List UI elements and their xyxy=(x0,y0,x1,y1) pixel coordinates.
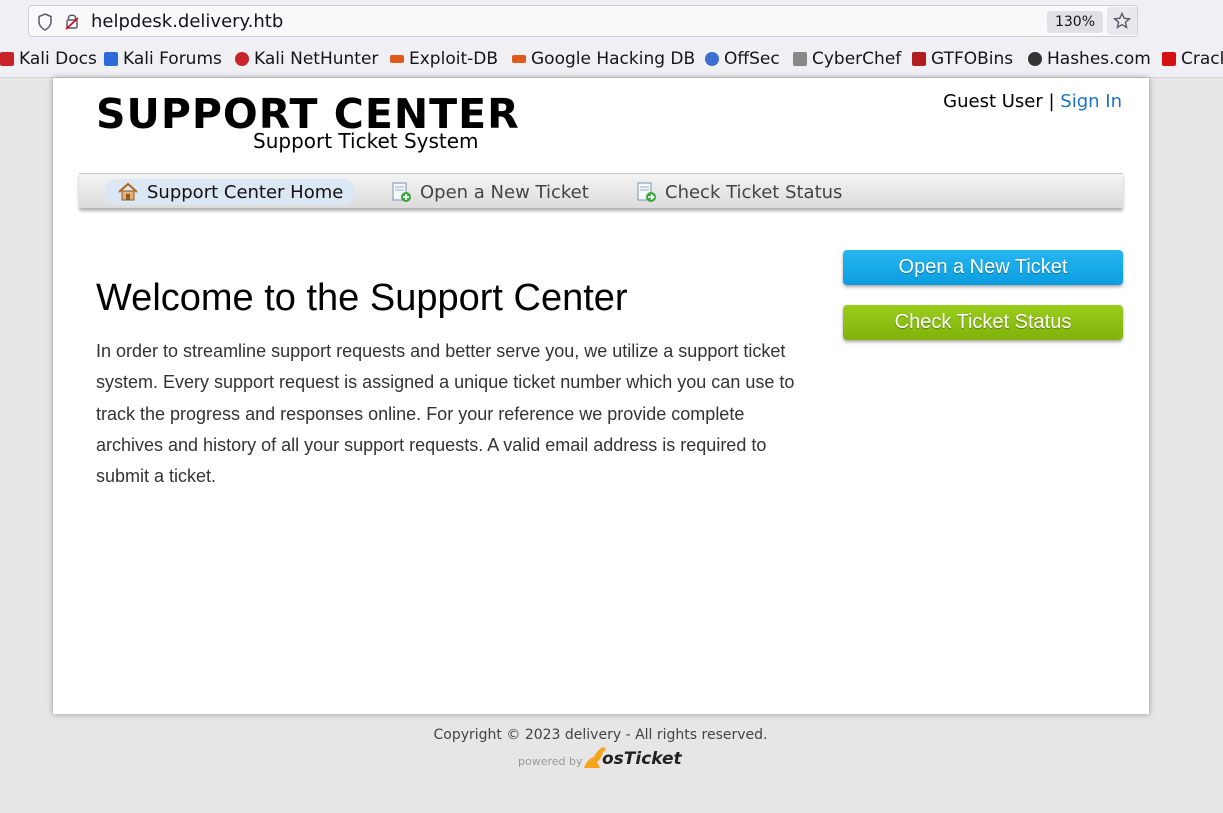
bookmark-exploit-db[interactable]: Exploit-DB xyxy=(390,49,498,69)
kali-docs-favicon-icon xyxy=(0,52,14,66)
bookmark-gtfobins[interactable]: GTFOBins xyxy=(912,49,1013,69)
logo-subtitle[interactable]: Support Ticket System xyxy=(253,129,479,153)
bookmark-google-hacking-db[interactable]: Google Hacking DB xyxy=(512,49,695,69)
gtfobins-favicon-icon xyxy=(912,52,926,66)
welcome-heading: Welcome to the Support Center xyxy=(96,277,628,319)
new-ticket-icon xyxy=(392,182,411,202)
hashes-favicon-icon xyxy=(1028,52,1042,66)
url-bar[interactable]: helpdesk.delivery.htb 130% xyxy=(28,5,1138,37)
shield-icon[interactable] xyxy=(37,13,53,31)
welcome-paragraph: In order to streamline support requests … xyxy=(96,341,795,487)
osticket-brand: osTicket xyxy=(602,749,682,769)
guest-user-label: Guest User | xyxy=(943,91,1055,112)
open-new-ticket-button[interactable]: Open a New Ticket xyxy=(843,250,1123,285)
support-center-container: SUPPORT CENTER Support Ticket System Gue… xyxy=(53,78,1149,714)
bookmark-star-button[interactable] xyxy=(1107,7,1137,35)
bookmark-cyberchef[interactable]: CyberChef xyxy=(793,49,901,69)
nav-label: Support Center Home xyxy=(147,181,344,203)
check-ticket-status-button[interactable]: Check Ticket Status xyxy=(843,305,1123,340)
bookmark-crack[interactable]: Crack xyxy=(1162,49,1223,69)
ghdb-favicon-icon xyxy=(512,55,526,63)
bookmark-label: Kali Forums xyxy=(123,49,222,69)
main-nav: Support Center Home Open a New Ticket Ch… xyxy=(79,173,1123,208)
star-icon xyxy=(1112,11,1132,29)
bookmark-label: Crack xyxy=(1181,49,1223,69)
nav-open-new-ticket[interactable]: Open a New Ticket xyxy=(378,179,601,205)
nav-label: Open a New Ticket xyxy=(420,181,589,203)
exploit-db-favicon-icon xyxy=(390,55,404,63)
bookmark-label: Hashes.com xyxy=(1047,49,1151,69)
user-info: Guest User | Sign In xyxy=(943,91,1122,112)
nav-label: Check Ticket Status xyxy=(665,181,843,203)
bookmark-kali-docs[interactable]: Kali Docs xyxy=(0,49,97,69)
bookmark-label: Kali NetHunter xyxy=(254,49,379,69)
ticket-status-icon xyxy=(637,182,656,202)
bookmark-hashes[interactable]: Hashes.com xyxy=(1028,49,1151,69)
sign-in-link[interactable]: Sign In xyxy=(1060,91,1122,112)
zoom-level-badge[interactable]: 130% xyxy=(1047,11,1103,33)
bookmarks-toolbar: Kali Docs Kali Forums Kali NetHunter Exp… xyxy=(0,42,1223,78)
bookmark-label: Exploit-DB xyxy=(409,49,498,69)
bookmark-label: GTFOBins xyxy=(931,49,1014,69)
bookmark-label: Kali Docs xyxy=(19,49,97,69)
kali-forums-favicon-icon xyxy=(104,52,118,66)
bookmark-kali-forums[interactable]: Kali Forums xyxy=(104,49,222,69)
kali-nethunter-favicon-icon xyxy=(235,52,249,66)
cyberchef-favicon-icon xyxy=(793,52,807,66)
bookmark-kali-nethunter[interactable]: Kali NetHunter xyxy=(235,49,378,69)
nav-support-center-home[interactable]: Support Center Home xyxy=(105,179,356,205)
bookmark-label: Google Hacking DB xyxy=(531,49,696,69)
lock-icon[interactable] xyxy=(65,12,79,30)
powered-by-text: powered by xyxy=(518,755,583,768)
bookmark-label: CyberChef xyxy=(812,49,902,69)
home-icon xyxy=(118,182,138,201)
bookmark-label: OffSec xyxy=(724,49,780,69)
crack-favicon-icon xyxy=(1162,52,1176,66)
osticket-powered-by-logo[interactable]: powered by osTicket xyxy=(518,744,682,772)
bookmark-offsec[interactable]: OffSec xyxy=(705,49,780,69)
nav-check-ticket-status[interactable]: Check Ticket Status xyxy=(623,179,854,205)
url-text[interactable]: helpdesk.delivery.htb xyxy=(91,11,283,32)
footer-copyright: Copyright © 2023 delivery - All rights r… xyxy=(433,727,768,743)
offsec-favicon-icon xyxy=(705,52,719,66)
browser-toolbar: helpdesk.delivery.htb 130% xyxy=(0,0,1223,42)
